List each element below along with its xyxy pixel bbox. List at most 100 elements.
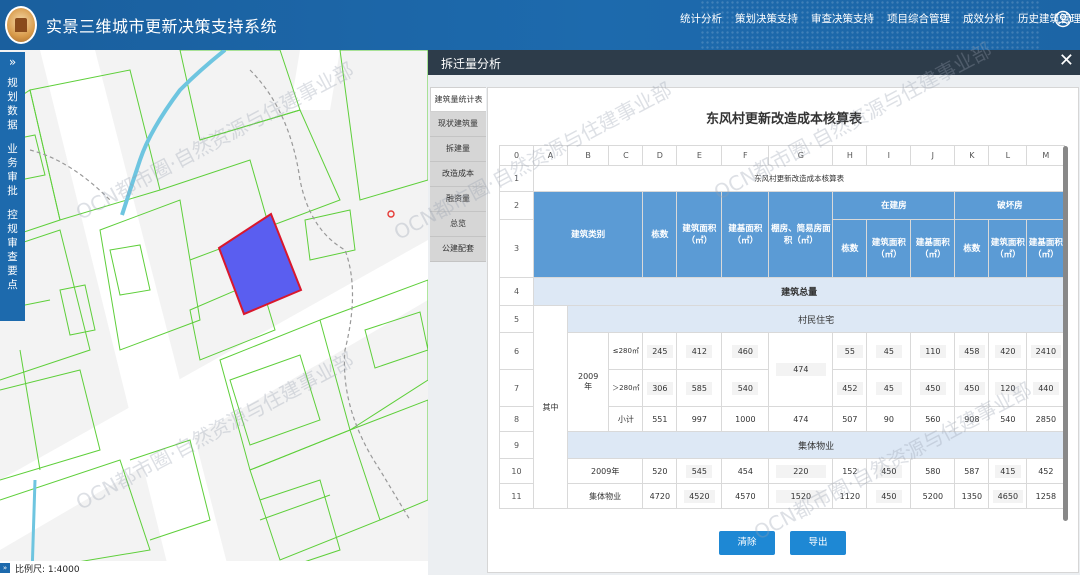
cell[interactable]: 474 bbox=[768, 332, 834, 407]
header-count-2[interactable]: 栋数 bbox=[832, 219, 868, 278]
cell[interactable]: 4520 bbox=[676, 483, 723, 509]
tab-demolition[interactable]: 拆建量 bbox=[430, 137, 486, 162]
nav-item-statistics[interactable]: 统计分析 bbox=[680, 11, 722, 26]
nav-item-planning-support[interactable]: 策划决策支持 bbox=[735, 11, 798, 26]
section-collective[interactable]: 集体物业 bbox=[566, 431, 1066, 459]
sidebar-toggle-button[interactable]: » bbox=[0, 52, 25, 72]
label-subtotal[interactable]: 小计 bbox=[608, 406, 644, 432]
cell[interactable]: 997 bbox=[676, 406, 723, 432]
cell[interactable]: 2410 bbox=[1026, 332, 1066, 370]
section-residential[interactable]: 村民住宅 bbox=[566, 305, 1066, 333]
label-2009[interactable]: 2009年 bbox=[566, 332, 610, 432]
cell[interactable]: 440 bbox=[1026, 369, 1066, 407]
cell[interactable]: 420 bbox=[988, 332, 1028, 370]
header-in-construction[interactable]: 在建房 bbox=[832, 191, 956, 220]
label-le280[interactable]: ≤280㎡ bbox=[608, 332, 644, 370]
cell[interactable]: 45 bbox=[866, 369, 912, 407]
nav-item-effect-analysis[interactable]: 成效分析 bbox=[963, 11, 1005, 26]
cell[interactable]: 454 bbox=[721, 458, 770, 484]
clear-button[interactable]: 清除 bbox=[719, 531, 775, 555]
user-icon[interactable] bbox=[1054, 9, 1072, 33]
sidebar-item-regulatory-review[interactable]: 控 规 审 查 要 点 bbox=[0, 198, 25, 292]
cell[interactable]: 452 bbox=[1026, 458, 1066, 484]
cell[interactable]: 560 bbox=[910, 406, 956, 432]
nav-item-project-management[interactable]: 项目综合管理 bbox=[887, 11, 950, 26]
tab-financing[interactable]: 融资量 bbox=[430, 187, 486, 212]
cell[interactable]: 110 bbox=[910, 332, 956, 370]
label-collective-row[interactable]: 集体物业 bbox=[566, 483, 644, 509]
cell[interactable]: 55 bbox=[832, 332, 868, 370]
cell[interactable]: 450 bbox=[910, 369, 956, 407]
tab-public-facilities[interactable]: 公建配套 bbox=[430, 237, 486, 262]
cell-value: 440 bbox=[1032, 381, 1059, 395]
cell[interactable]: 306 bbox=[642, 369, 678, 407]
cell[interactable]: 412 bbox=[676, 332, 723, 370]
header-base-area[interactable]: 建基面积（㎡） bbox=[721, 191, 770, 278]
cell[interactable]: 450 bbox=[954, 369, 990, 407]
sidebar-item-planning-data[interactable]: 规 划 数 据 bbox=[0, 72, 25, 132]
cell[interactable]: 1000 bbox=[721, 406, 770, 432]
cell[interactable]: 2850 bbox=[1026, 406, 1066, 432]
cell[interactable]: 474 bbox=[768, 406, 834, 432]
tab-overview[interactable]: 总览 bbox=[430, 212, 486, 237]
cell[interactable]: 450 bbox=[866, 483, 912, 509]
cell[interactable]: 1258 bbox=[1026, 483, 1066, 509]
header-floor-area[interactable]: 建筑面积（㎡） bbox=[676, 191, 723, 278]
cell[interactable]: 507 bbox=[832, 406, 868, 432]
table-scrollbar[interactable] bbox=[1063, 146, 1068, 521]
map-view[interactable]: OCN都市圈·自然资源与住建事业部 OCN都市圈·自然资源与住建事业部 » 比例… bbox=[0, 50, 428, 575]
label-gt280[interactable]: ＞280㎡ bbox=[608, 369, 644, 407]
header-count-3[interactable]: 栋数 bbox=[954, 219, 990, 278]
header-count[interactable]: 栋数 bbox=[642, 191, 678, 278]
cell[interactable]: 220 bbox=[768, 458, 834, 484]
header-base-area-3[interactable]: 建基面积（㎡） bbox=[1026, 219, 1066, 278]
cell[interactable]: 551 bbox=[642, 406, 678, 432]
cell[interactable]: 458 bbox=[954, 332, 990, 370]
cell[interactable]: 5200 bbox=[910, 483, 956, 509]
map-canvas[interactable] bbox=[0, 50, 428, 575]
cell[interactable]: 908 bbox=[954, 406, 990, 432]
header-building-type[interactable]: 建筑类别 bbox=[532, 191, 644, 278]
cell[interactable]: 1520 bbox=[768, 483, 834, 509]
cell[interactable]: 245 bbox=[642, 332, 678, 370]
header-floor-area-3[interactable]: 建筑面积（㎡） bbox=[988, 219, 1028, 278]
cell[interactable]: 415 bbox=[988, 458, 1028, 484]
tab-renovation-cost[interactable]: 改造成本 bbox=[430, 162, 486, 187]
cell[interactable]: 520 bbox=[642, 458, 678, 484]
cell-value: 452 bbox=[836, 381, 863, 395]
tab-current-buildings[interactable]: 现状建筑量 bbox=[430, 112, 486, 137]
cell[interactable]: 460 bbox=[721, 332, 770, 370]
header-base-area-2[interactable]: 建基面积（㎡） bbox=[910, 219, 956, 278]
nav-item-review-support[interactable]: 审查决策支持 bbox=[811, 11, 874, 26]
cell[interactable]: 4570 bbox=[721, 483, 770, 509]
cell[interactable]: 1120 bbox=[832, 483, 868, 509]
cell[interactable]: 1350 bbox=[954, 483, 990, 509]
header-shed-area[interactable]: 棚房、简易房面积（㎡） bbox=[768, 191, 834, 278]
cell[interactable]: 450 bbox=[866, 458, 912, 484]
cell[interactable]: 152 bbox=[832, 458, 868, 484]
map-marker-icon[interactable] bbox=[387, 210, 395, 218]
cell[interactable]: 540 bbox=[988, 406, 1028, 432]
label-qizhong[interactable]: 其中 bbox=[533, 305, 568, 509]
cell[interactable]: 120 bbox=[988, 369, 1028, 407]
cell[interactable]: 45 bbox=[866, 332, 912, 370]
cell[interactable]: 545 bbox=[676, 458, 723, 484]
cell[interactable]: 585 bbox=[676, 369, 723, 407]
header-damaged[interactable]: 破坏房 bbox=[954, 191, 1066, 220]
cell[interactable]: 540 bbox=[721, 369, 770, 407]
cell[interactable]: 4720 bbox=[642, 483, 678, 509]
cell[interactable]: 452 bbox=[832, 369, 868, 407]
label-2009-row[interactable]: 2009年 bbox=[566, 458, 644, 484]
selected-parcel[interactable] bbox=[217, 212, 303, 316]
sidebar-item-business-approval[interactable]: 业 务 审 批 bbox=[0, 132, 25, 198]
section-total[interactable]: 建筑总量 bbox=[532, 277, 1066, 306]
export-button[interactable]: 导出 bbox=[790, 531, 846, 555]
cell[interactable]: 580 bbox=[910, 458, 956, 484]
close-icon[interactable]: ✕ bbox=[1059, 51, 1074, 71]
tab-building-stats[interactable]: 建筑量统计表 bbox=[430, 87, 486, 112]
header-floor-area-2[interactable]: 建筑面积（㎡） bbox=[866, 219, 912, 278]
cell[interactable]: 4650 bbox=[988, 483, 1028, 509]
cell[interactable]: 587 bbox=[954, 458, 990, 484]
cell[interactable]: 90 bbox=[866, 406, 912, 432]
sheet-caption[interactable]: 东风村更新改造成本核算表 bbox=[532, 165, 1066, 192]
